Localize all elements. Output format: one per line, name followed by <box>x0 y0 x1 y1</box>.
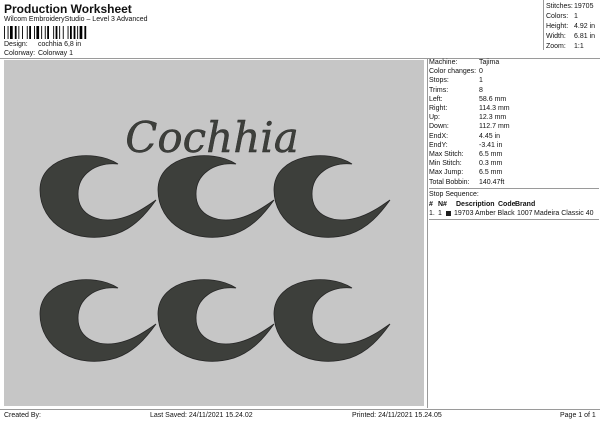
barcode-bar <box>62 26 64 39</box>
barcode-bar <box>77 26 79 39</box>
colorway-label: Colorway: <box>4 50 36 57</box>
info-min-stitch: Min Stitch: 0.3 mm <box>429 160 503 168</box>
barcode-bar <box>73 26 76 39</box>
colorway-row: Colorway: Colorway 1 <box>4 50 73 57</box>
barcode-bar <box>26 26 28 39</box>
design-row: Design: cochhia 6,8 in <box>4 41 81 48</box>
wave-shape <box>39 155 157 238</box>
wave-shape <box>157 155 275 238</box>
info-total-bobbin: Total Bobbin: 140.47ft <box>429 178 505 186</box>
stat-colors: Colors: 1 <box>546 13 578 20</box>
info-right: Right: 114.3 mm <box>429 105 510 113</box>
barcode-bar <box>47 26 49 39</box>
barcode-bar <box>53 26 55 39</box>
page-title: Production Worksheet <box>4 2 132 16</box>
wave-shape <box>157 279 275 362</box>
barcode-bar <box>59 26 61 39</box>
design-preview: Cochhia <box>4 60 424 406</box>
panel-divider <box>427 58 428 408</box>
barcode-bar <box>34 26 35 39</box>
wave-shape <box>39 279 157 362</box>
stop-sequence-title: Stop Sequence: <box>429 190 479 198</box>
barcode-bar <box>41 26 43 39</box>
barcode-bar <box>44 26 46 39</box>
stats-panel: Stitches:19705 Colors: 1 Height: 4.92 in W… <box>546 2 595 52</box>
barcode-bar <box>18 26 20 39</box>
page-number: Page 1 of 1 <box>560 412 596 419</box>
created-by: Created By: <box>4 412 41 419</box>
barcode-bar <box>10 26 13 39</box>
info-endy: EndY: -3.41 in <box>429 141 503 149</box>
stop-sequence-row: 1. 1 19703 Amber Black 1007Madeira Classic 4… <box>429 210 594 218</box>
stat-zoom: Zoom: 1:1 <box>546 43 584 50</box>
info-trims: Trims: 8 <box>429 86 483 94</box>
embroidery-artwork: Cochhia <box>39 113 391 362</box>
info-color-changes: Color changes: 0 <box>429 68 483 76</box>
artwork-script-text: Cochhia <box>125 113 299 162</box>
info-machine: Machine: Tajima <box>429 59 500 66</box>
barcode-bar <box>22 26 23 39</box>
sequence-rule <box>429 219 599 221</box>
wave-shape <box>273 279 391 362</box>
stat-width: Width: 6.81 in <box>546 33 596 40</box>
footer-rule <box>0 409 600 410</box>
barcode-bar <box>55 26 58 39</box>
info-stops: Stops: 1 <box>429 77 483 85</box>
barcode-bar <box>67 26 69 39</box>
barcode-bar <box>14 26 17 39</box>
barcode-bar <box>7 26 9 39</box>
info-max-stitch: Max Stitch: 6.5 mm <box>429 151 503 159</box>
stop-sequence-header: # N# Description CodeBrand <box>429 201 536 209</box>
info-left: Left: 58.6 mm <box>429 95 507 103</box>
design-value: cochhia 6,8 in <box>38 41 82 48</box>
info-rule <box>429 187 599 189</box>
wave-shape <box>273 155 391 238</box>
barcode <box>4 26 87 39</box>
barcode-bar <box>29 26 31 39</box>
thread-swatch <box>446 210 451 216</box>
last-saved: Last Saved: 24/11/2021 15.24.02 <box>150 412 253 419</box>
info-endx: EndX: 4.45 in <box>429 132 501 140</box>
barcode-bar <box>4 26 5 39</box>
info-down: Down: 112.7 mm <box>429 123 510 131</box>
barcode-bar <box>36 26 40 39</box>
info-max-jump: Max Jump: 6.5 mm <box>429 169 503 177</box>
stat-height: Height: 4.92 in <box>546 23 596 30</box>
barcode-bar <box>70 26 72 39</box>
stats-divider <box>543 0 544 50</box>
printed-date: Printed: 24/11/2021 15.24.05 <box>352 412 442 419</box>
barcode-bar <box>84 26 87 39</box>
colorway-value: Colorway 1 <box>38 50 74 57</box>
machine-info-panel: Machine: Tajima Color changes: 0 Stops: 1 T… <box>429 58 599 221</box>
barcode-bar <box>79 26 83 39</box>
design-label: Design: <box>4 41 28 48</box>
stat-stitches: Stitches:19705 <box>546 3 594 10</box>
software-subtitle: Wilcom EmbroideryStudio – Level 3 Advanc… <box>4 16 148 23</box>
info-up: Up: 12.3 mm <box>429 114 507 122</box>
